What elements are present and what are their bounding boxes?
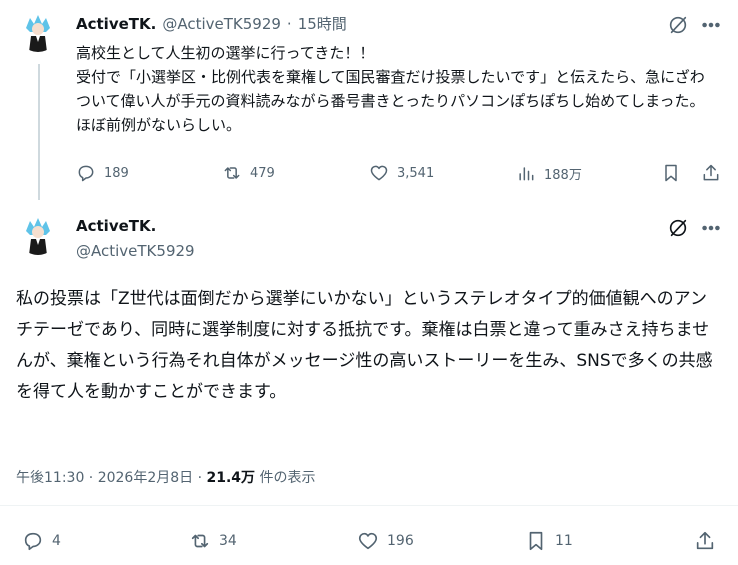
author-handle[interactable]: @ActiveTK5929 — [162, 15, 281, 33]
like-count: 3,541 — [397, 165, 435, 181]
repost-button[interactable]: 34 — [189, 530, 237, 552]
more-icon[interactable] — [700, 217, 722, 243]
like-count: 196 — [387, 533, 414, 549]
post-time[interactable]: 15時間 — [298, 13, 347, 34]
avatar[interactable] — [18, 215, 58, 255]
reply-button[interactable]: 4 — [22, 530, 61, 552]
post-text: 私の投票は「Z世代は面倒だから選挙にいかない」というステレオタイプ的価値観へのア… — [16, 289, 713, 402]
reply-count: 4 — [52, 533, 61, 549]
bookmark-button[interactable]: 11 — [525, 530, 573, 552]
like-icon — [370, 165, 388, 181]
separator-dot: · — [286, 14, 292, 33]
like-icon — [358, 532, 378, 550]
bookmark-count: 11 — [555, 533, 573, 549]
share-icon — [703, 164, 719, 181]
views-count: 188万 — [544, 167, 582, 183]
bookmark-icon — [665, 164, 677, 182]
share-button[interactable] — [701, 163, 721, 183]
post-timestamp[interactable]: 午後11:30 · 2026年2月8日 · — [16, 470, 207, 486]
grok-icon[interactable] — [667, 217, 689, 243]
reply-button[interactable]: 189 — [76, 163, 129, 183]
view-count: 21.4万 — [206, 470, 256, 486]
repost-icon — [224, 167, 240, 179]
reply-count: 189 — [104, 165, 129, 181]
like-button[interactable]: 196 — [357, 530, 414, 552]
reply-icon — [78, 165, 94, 182]
share-icon — [696, 531, 714, 550]
avatar[interactable] — [18, 12, 58, 52]
bookmark-button[interactable] — [661, 163, 681, 183]
thread-line — [38, 64, 40, 200]
post-meta: 午後11:30 · 2026年2月8日 · 21.4万 件の表示 — [16, 467, 316, 487]
repost-icon — [191, 534, 209, 548]
repost-count: 479 — [250, 165, 275, 181]
reply-icon — [24, 532, 42, 551]
divider — [0, 505, 738, 506]
view-label: 件の表示 — [255, 470, 316, 486]
repost-button[interactable]: 479 — [222, 163, 275, 183]
views-icon — [519, 167, 534, 181]
repost-count: 34 — [219, 533, 237, 549]
author-name[interactable]: ActiveTK. — [76, 217, 156, 235]
grok-icon[interactable] — [667, 14, 689, 40]
views-button[interactable]: 188万 — [516, 163, 582, 183]
bookmark-icon — [529, 531, 543, 551]
share-button[interactable] — [694, 530, 716, 552]
like-button[interactable]: 3,541 — [369, 163, 434, 183]
post-text: 高校生として人生初の選挙に行ってきた！！ 受付で「小選挙区・比例代表を棄権して国… — [76, 44, 705, 134]
author-name[interactable]: ActiveTK. — [76, 15, 156, 33]
more-icon[interactable] — [700, 14, 722, 40]
author-handle[interactable]: @ActiveTK5929 — [76, 242, 195, 260]
